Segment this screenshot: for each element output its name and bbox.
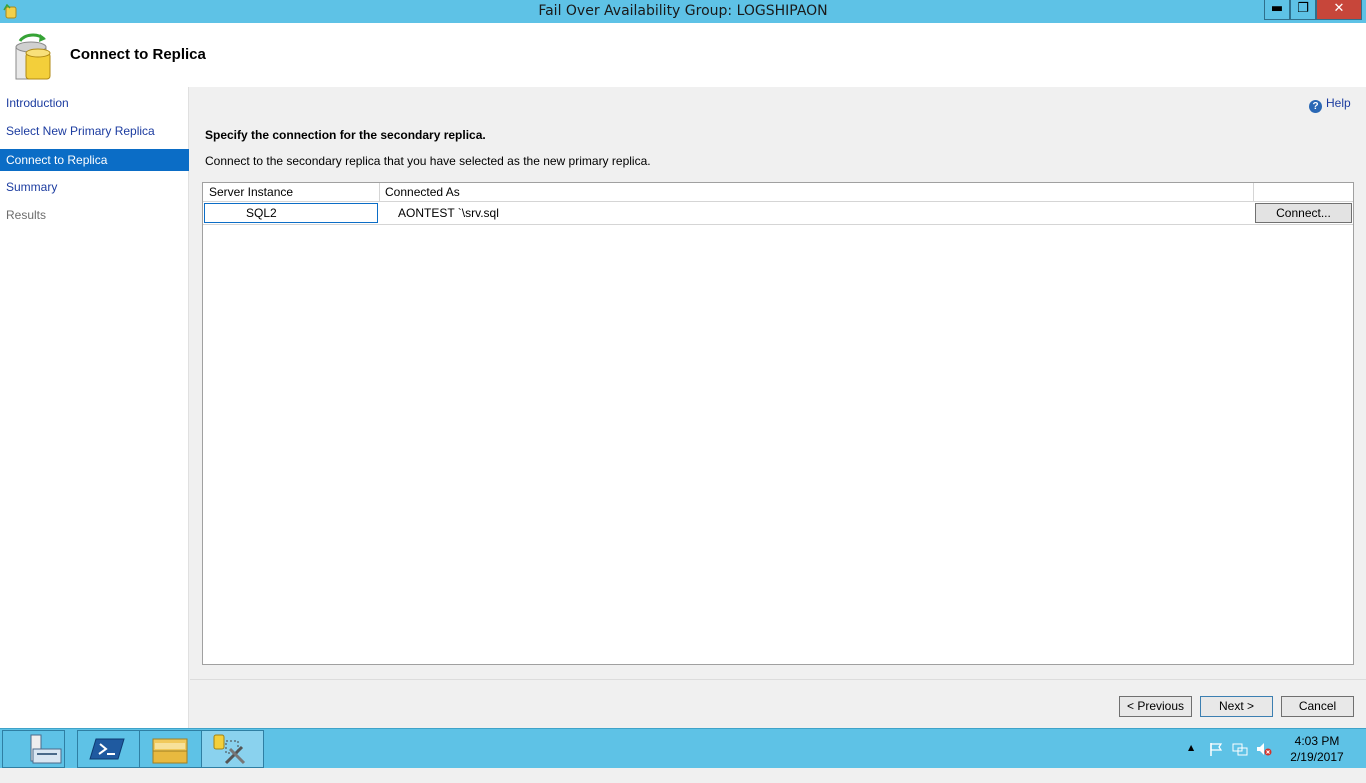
column-header-action bbox=[1254, 183, 1353, 201]
taskbar: ▲ 4:03 PM 2/19/2017 bbox=[0, 728, 1366, 768]
show-hidden-icons-button[interactable]: ▲ bbox=[1188, 743, 1194, 783]
section-heading: Specify the connection for the secondary… bbox=[205, 128, 486, 142]
title-bar: Fail Over Availability Group: LOGSHIPAON… bbox=[0, 0, 1366, 23]
column-header-connected-as: Connected As bbox=[380, 183, 1254, 201]
clock-time: 4:03 PM bbox=[1294, 734, 1340, 748]
table-row[interactable]: SQL2 AONTEST `\srv.sql Connect... bbox=[203, 202, 1353, 225]
taskbar-sql-wizard[interactable] bbox=[201, 730, 264, 768]
taskbar-server-manager[interactable] bbox=[2, 730, 65, 768]
taskbar-powershell[interactable] bbox=[77, 730, 140, 768]
server-manager-icon bbox=[30, 734, 62, 764]
footer-divider bbox=[190, 679, 1366, 680]
close-button[interactable]: ✕ bbox=[1316, 0, 1362, 20]
powershell-icon bbox=[89, 738, 125, 760]
nav-item-results: Results bbox=[6, 208, 47, 222]
taskbar-clock[interactable]: 4:03 PM 2/19/2017 bbox=[1282, 733, 1352, 765]
file-explorer-icon bbox=[152, 738, 188, 764]
wizard-nav: Introduction Select New Primary Replica … bbox=[0, 87, 189, 728]
database-refresh-icon bbox=[15, 33, 51, 80]
network-icon[interactable] bbox=[1232, 741, 1248, 757]
previous-button[interactable]: < Previous bbox=[1119, 696, 1192, 717]
help-link[interactable]: ? Help bbox=[1309, 96, 1351, 113]
cancel-button[interactable]: Cancel bbox=[1281, 696, 1354, 717]
nav-item-select-new-primary-replica[interactable]: Select New Primary Replica bbox=[0, 120, 189, 142]
sql-wizard-icon bbox=[213, 734, 246, 765]
flag-icon[interactable] bbox=[1208, 741, 1224, 757]
section-description: Connect to the secondary replica that yo… bbox=[205, 154, 651, 168]
taskbar-file-explorer[interactable] bbox=[139, 730, 202, 768]
next-button[interactable]: Next > bbox=[1200, 696, 1273, 717]
wizard-header: Connect to Replica bbox=[0, 23, 1366, 87]
nav-item-summary[interactable]: Summary bbox=[0, 176, 189, 198]
maximize-button[interactable]: ❐ bbox=[1290, 0, 1316, 20]
page-title: Connect to Replica bbox=[70, 46, 206, 63]
help-label: Help bbox=[1326, 96, 1351, 110]
clock-date: 2/19/2017 bbox=[1290, 750, 1344, 764]
volume-muted-icon[interactable] bbox=[1256, 741, 1272, 757]
minimize-button[interactable]: ▬ bbox=[1264, 0, 1290, 20]
column-header-server-instance: Server Instance bbox=[203, 183, 380, 201]
server-instance-cell[interactable]: SQL2 bbox=[204, 203, 378, 223]
replica-grid: Server Instance Connected As SQL2 AONTES… bbox=[202, 182, 1354, 665]
grid-header: Server Instance Connected As bbox=[203, 183, 1353, 202]
nav-item-connect-to-replica[interactable]: Connect to Replica bbox=[0, 149, 189, 171]
help-icon: ? bbox=[1309, 100, 1322, 113]
nav-item-introduction[interactable]: Introduction bbox=[0, 92, 189, 114]
connected-as-cell: AONTEST `\srv.sql bbox=[398, 206, 499, 220]
main-panel: ? Help Specify the connection for the sec… bbox=[190, 87, 1366, 728]
window-title: Fail Over Availability Group: LOGSHIPAON bbox=[538, 3, 828, 19]
connect-button[interactable]: Connect... bbox=[1255, 203, 1352, 223]
